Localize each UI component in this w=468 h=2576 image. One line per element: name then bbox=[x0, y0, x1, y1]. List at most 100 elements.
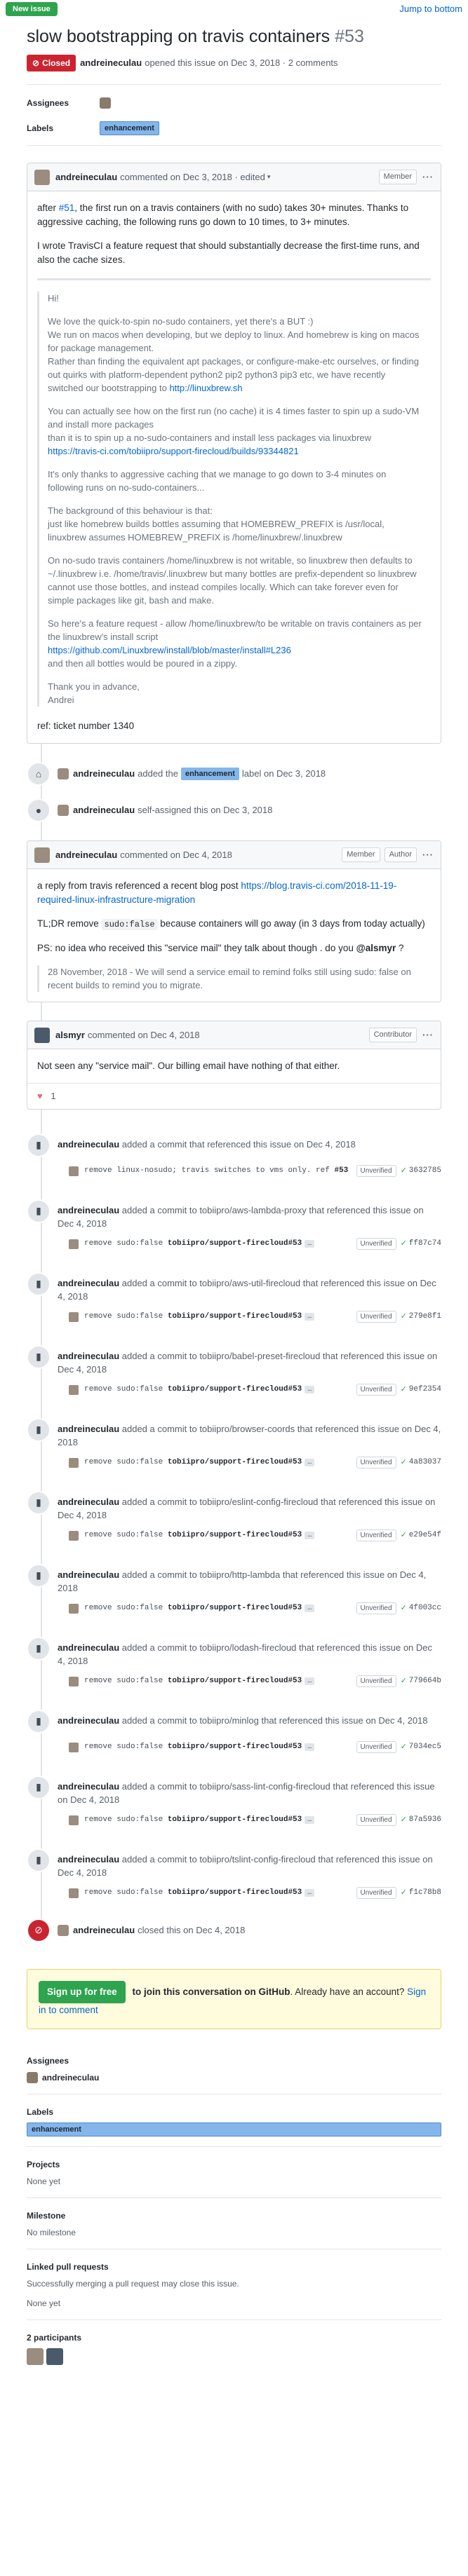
avatar[interactable] bbox=[69, 1815, 79, 1825]
label-enhancement[interactable]: enhancement bbox=[100, 121, 159, 136]
avatar[interactable] bbox=[69, 1239, 79, 1249]
commit-message-text[interactable]: remove sudo:false bbox=[84, 1743, 168, 1751]
check-icon[interactable]: ✓ bbox=[401, 1529, 407, 1541]
event-author[interactable]: andreineculau bbox=[73, 1923, 135, 1937]
commit-sha[interactable]: 279e8f1 bbox=[409, 1311, 441, 1323]
commit-ref[interactable]: tobiipro/support-firecloud#53 bbox=[168, 1385, 302, 1393]
event-author[interactable]: andreineculau bbox=[58, 1781, 119, 1792]
commit-ref[interactable]: tobiipro/support-firecloud#53 bbox=[168, 1458, 302, 1466]
expand-ellipsis-button[interactable]: … bbox=[305, 1459, 315, 1467]
issue-link[interactable]: #51 bbox=[59, 203, 75, 213]
avatar[interactable] bbox=[69, 1676, 79, 1686]
commit-message[interactable]: remove sudo:false tobiipro/support-firec… bbox=[84, 1814, 356, 1826]
install-script-link[interactable]: https://github.com/Linuxbrew/install/blo… bbox=[48, 643, 422, 657]
signup-button[interactable]: Sign up for free bbox=[39, 1980, 126, 2003]
expand-ellipsis-button[interactable]: … bbox=[305, 1889, 315, 1897]
commit-message-text[interactable]: remove sudo:false bbox=[84, 1677, 168, 1685]
avatar[interactable] bbox=[69, 1311, 79, 1322]
commit-ref[interactable]: #53 bbox=[334, 1166, 348, 1175]
check-icon[interactable]: ✓ bbox=[401, 1814, 407, 1826]
commit-message[interactable]: remove sudo:false tobiipro/support-firec… bbox=[84, 1529, 356, 1541]
commit-sha[interactable]: 3632785 bbox=[409, 1165, 441, 1177]
expand-ellipsis-button[interactable]: … bbox=[305, 1743, 315, 1752]
event-author[interactable]: andreineculau bbox=[58, 1278, 119, 1288]
user-mention[interactable]: @alsmyr bbox=[356, 943, 396, 953]
commit-sha[interactable]: 779664b bbox=[409, 1675, 441, 1687]
commit-message[interactable]: remove sudo:false tobiipro/support-firec… bbox=[84, 1675, 356, 1687]
check-icon[interactable]: ✓ bbox=[401, 1741, 407, 1753]
unverified-badge[interactable]: Unverified bbox=[356, 1887, 396, 1899]
expand-ellipsis-button[interactable]: … bbox=[305, 1816, 315, 1825]
unverified-badge[interactable]: Unverified bbox=[356, 1238, 396, 1250]
kebab-menu-icon[interactable]: ··· bbox=[422, 848, 434, 862]
event-author[interactable]: andreineculau bbox=[58, 1139, 119, 1150]
event-author[interactable]: andreineculau bbox=[58, 1351, 119, 1361]
kebab-menu-icon[interactable]: ··· bbox=[422, 170, 434, 184]
event-author[interactable]: andreineculau bbox=[58, 1497, 119, 1507]
commit-message-text[interactable]: remove sudo:false bbox=[84, 1888, 168, 1897]
commit-message[interactable]: remove sudo:false tobiipro/support-firec… bbox=[84, 1384, 356, 1396]
unverified-badge[interactable]: Unverified bbox=[356, 1529, 396, 1541]
unverified-badge[interactable]: Unverified bbox=[356, 1814, 396, 1826]
comment-author[interactable]: andreineculau bbox=[55, 170, 117, 184]
commit-message[interactable]: remove sudo:false tobiipro/support-firec… bbox=[84, 1602, 356, 1614]
commit-message-text[interactable]: remove sudo:false bbox=[84, 1239, 168, 1248]
commit-ref[interactable]: tobiipro/support-firecloud#53 bbox=[168, 1531, 302, 1539]
heart-icon[interactable]: ♥ bbox=[37, 1091, 43, 1101]
comment-meta[interactable]: commented on Dec 4, 2018 bbox=[120, 848, 232, 862]
assignee-item[interactable]: andreineculau bbox=[27, 2071, 441, 2084]
check-icon[interactable]: ✓ bbox=[401, 1602, 407, 1614]
commit-sha[interactable]: 7034ec5 bbox=[409, 1741, 441, 1753]
avatar[interactable] bbox=[69, 1166, 79, 1176]
check-icon[interactable]: ✓ bbox=[401, 1675, 407, 1687]
unverified-badge[interactable]: Unverified bbox=[356, 1741, 396, 1753]
event-author[interactable]: andreineculau bbox=[73, 803, 135, 817]
check-icon[interactable]: ✓ bbox=[401, 1238, 407, 1250]
expand-ellipsis-button[interactable]: … bbox=[305, 1240, 315, 1248]
avatar[interactable] bbox=[69, 1530, 79, 1541]
chevron-down-icon[interactable]: ▾ bbox=[267, 172, 271, 182]
event-author[interactable]: andreineculau bbox=[58, 1205, 119, 1215]
check-icon[interactable]: ✓ bbox=[401, 1384, 407, 1396]
commit-ref[interactable]: tobiipro/support-firecloud#53 bbox=[168, 1677, 302, 1685]
commit-message-text[interactable]: remove sudo:false bbox=[84, 1531, 168, 1539]
commit-message[interactable]: remove sudo:false tobiipro/support-firec… bbox=[84, 1741, 356, 1753]
avatar[interactable] bbox=[69, 1384, 79, 1395]
event-author[interactable]: andreineculau bbox=[58, 1424, 119, 1434]
check-icon[interactable]: ✓ bbox=[401, 1457, 407, 1468]
commit-message-text[interactable]: remove sudo:false bbox=[84, 1604, 168, 1612]
event-author[interactable]: andreineculau bbox=[58, 1854, 119, 1865]
unverified-badge[interactable]: Unverified bbox=[356, 1457, 396, 1468]
avatar[interactable] bbox=[27, 2071, 38, 2083]
check-icon[interactable]: ✓ bbox=[401, 1165, 407, 1177]
event-author[interactable]: andreineculau bbox=[58, 1569, 119, 1580]
commit-message[interactable]: remove linux-nosudo; travis switches to … bbox=[84, 1165, 356, 1177]
event-author[interactable]: andreineculau bbox=[58, 1642, 119, 1653]
expand-ellipsis-button[interactable]: … bbox=[305, 1677, 315, 1686]
commit-sha[interactable]: 4f003cc bbox=[409, 1602, 441, 1614]
unverified-badge[interactable]: Unverified bbox=[356, 1165, 396, 1177]
participant-avatar[interactable] bbox=[27, 2348, 44, 2365]
avatar[interactable] bbox=[34, 847, 50, 863]
assignee-avatar[interactable] bbox=[100, 97, 111, 109]
commit-ref[interactable]: tobiipro/support-firecloud#53 bbox=[168, 1239, 302, 1248]
comment-author[interactable]: andreineculau bbox=[55, 848, 117, 862]
avatar[interactable] bbox=[58, 768, 69, 779]
commit-sha[interactable]: 4a83037 bbox=[409, 1457, 441, 1468]
comment-author[interactable]: alsmyr bbox=[55, 1028, 85, 1042]
commit-sha[interactable]: f1c78b8 bbox=[409, 1887, 441, 1899]
commit-ref[interactable]: tobiipro/support-firecloud#53 bbox=[168, 1888, 302, 1897]
check-icon[interactable]: ✓ bbox=[401, 1887, 407, 1899]
unverified-badge[interactable]: Unverified bbox=[356, 1602, 396, 1614]
new-issue-button[interactable]: New issue bbox=[6, 1, 58, 17]
unverified-badge[interactable]: Unverified bbox=[356, 1384, 396, 1396]
commit-ref[interactable]: tobiipro/support-firecloud#53 bbox=[168, 1312, 302, 1321]
commit-message-text[interactable]: remove linux-nosudo; travis switches to … bbox=[84, 1166, 334, 1175]
travis-build-link[interactable]: https://travis-ci.com/tobiipro/support-f… bbox=[48, 444, 422, 458]
comment-meta[interactable]: commented on Dec 3, 2018 · edited bbox=[120, 170, 265, 184]
commit-message[interactable]: remove sudo:false tobiipro/support-firec… bbox=[84, 1311, 356, 1323]
label-enhancement[interactable]: enhancement bbox=[27, 2122, 441, 2137]
check-icon[interactable]: ✓ bbox=[401, 1311, 407, 1323]
avatar[interactable] bbox=[69, 1888, 79, 1898]
commit-message-text[interactable]: remove sudo:false bbox=[84, 1312, 168, 1321]
